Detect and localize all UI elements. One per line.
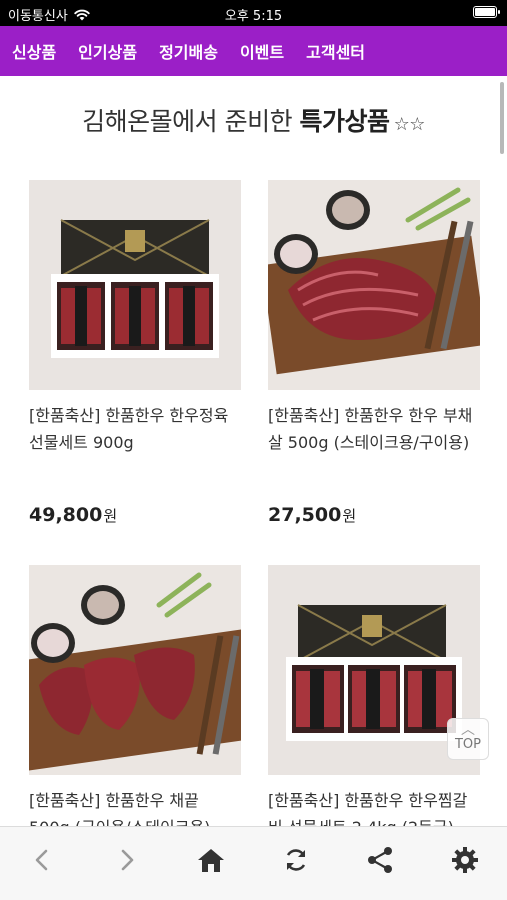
section-title-prefix: 김해온몰에서 준비한 [82,107,300,136]
refresh-button[interactable] [276,840,316,880]
product-name[interactable]: [한품축산] 한품한우 한우찜갈비 선물세트 2.4kg (2등급) [268,787,480,826]
chevron-right-icon [121,849,134,870]
nav-item-event[interactable]: 이벤트 [240,39,284,63]
refresh-icon [286,848,305,871]
product-price: 49,800원 [29,504,118,526]
category-nav: 신상품 인기상품 정기배송 이벤트 고객센터 [0,26,507,76]
product-price: 27,500원 [268,504,357,526]
product-name[interactable]: [한품축산] 한품한우 채끝 500g (구이용/스테이크용) [29,787,241,826]
product-card[interactable]: [한품축산] 한품한우 한우 부채살 500g (스테이크용/구이용) 27,5… [268,180,480,526]
home-icon [198,848,225,872]
share-icon [368,846,393,873]
share-button[interactable] [360,840,400,880]
back-button[interactable] [22,840,62,880]
product-card[interactable]: [한품축산] 한품한우 채끝 500g (구이용/스테이크용) [29,565,241,826]
scroll-top-button[interactable]: ︿ TOP [447,718,489,760]
status-time: 오후 5:15 [224,9,283,24]
nav-item-customer-center[interactable]: 고객센터 [306,39,365,63]
product-card[interactable]: [한품축산] 한품한우 한우찜갈비 선물세트 2.4kg (2등급) [268,565,480,826]
chevron-up-icon: ︿ [461,722,475,738]
product-name[interactable]: [한품축산] 한품한우 한우정육선물세트 900g [29,402,241,456]
product-image[interactable] [29,180,241,390]
nav-item-new[interactable]: 신상품 [12,39,56,63]
bottom-toolbar [0,826,507,900]
product-list-area[interactable]: 김해온몰에서 준비한 특가상품 ☆☆ [한품축산] 한품한우 한우정육선물세트 … [0,76,507,826]
product-name[interactable]: [한품축산] 한품한우 한우 부채살 500g (스테이크용/구이용) [268,402,480,456]
section-title-bold: 특가상품 [299,107,391,136]
forward-button[interactable] [107,840,147,880]
nav-item-subscription[interactable]: 정기배송 [159,39,218,63]
home-button[interactable] [191,840,231,880]
gear-icon [451,846,478,873]
status-bar: 이동통신사 오후 5:15 [0,0,507,26]
top-button-label: TOP [454,737,481,752]
battery-icon [473,6,500,18]
settings-button[interactable] [445,840,485,880]
chevron-left-icon [35,849,48,870]
product-image[interactable] [268,180,480,390]
product-image[interactable] [29,565,241,775]
section-title: 김해온몰에서 준비한 특가상품 ☆☆ [0,102,507,138]
product-card[interactable]: [한품축산] 한품한우 한우정육선물세트 900g 49,800원 [29,180,241,526]
nav-item-popular[interactable]: 인기상품 [78,39,137,63]
star-icons: ☆☆ [393,114,426,135]
